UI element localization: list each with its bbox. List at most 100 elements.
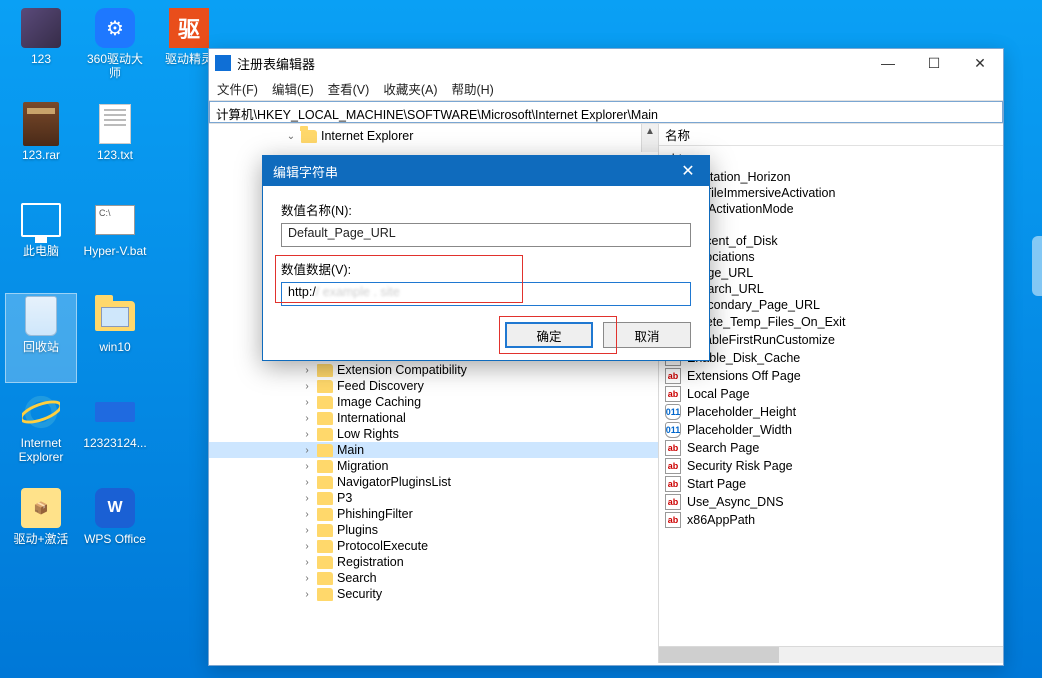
tree-node-internet-explorer[interactable]: ⌄ Internet Explorer (209, 128, 658, 144)
column-header-name[interactable]: 名称 (659, 124, 1003, 146)
desktop-icon-123rar[interactable]: 123.rar (6, 102, 76, 190)
menu-edit[interactable]: 编辑(E) (272, 79, 314, 98)
expand-icon[interactable]: › (301, 589, 313, 600)
ok-button[interactable]: 确定 (505, 322, 593, 348)
address-bar[interactable]: 计算机\HKEY_LOCAL_MACHINE\SOFTWARE\Microsof… (209, 101, 1003, 123)
value-row[interactable]: ault_Secondary_Page_URL (659, 297, 1003, 313)
value-row[interactable]: abEnable_Disk_Cache (659, 349, 1003, 367)
tree-node-protocolexecute[interactable]: ›ProtocolExecute (209, 538, 658, 554)
desktop-icon-label: 360驱动大师 (81, 52, 149, 81)
edge-ui-handle[interactable] (1032, 236, 1042, 296)
string-value-icon: ab (665, 440, 681, 456)
value-row[interactable]: licationTileImmersiveActivation (659, 185, 1003, 201)
value-row[interactable]: oHide (659, 217, 1003, 233)
desktop-icon-this-pc[interactable]: 此电脑 (6, 198, 76, 286)
gear-icon: ⚙ (95, 8, 135, 48)
value-row[interactable]: abSecurity Risk Page (659, 457, 1003, 475)
tree-node-p3[interactable]: ›P3 (209, 490, 658, 506)
menu-favorites[interactable]: 收藏夹(A) (383, 79, 437, 98)
desktop-icon-driver-activate[interactable]: 📦驱动+激活 (6, 486, 76, 574)
expand-icon[interactable]: › (301, 461, 313, 472)
expand-icon[interactable]: › (301, 573, 313, 584)
tree-node-navigatorpluginslist[interactable]: ›NavigatorPluginsList (209, 474, 658, 490)
expand-icon[interactable]: › (301, 509, 313, 520)
value-row[interactable]: he_Percent_of_Disk (659, 233, 1003, 249)
value-row[interactable]: ociationActivationMode (659, 201, 1003, 217)
value-row[interactable]: abExtensions Off Page (659, 367, 1003, 385)
expand-icon[interactable]: › (301, 365, 313, 376)
text-file-icon (99, 104, 131, 144)
tree-scrollbar[interactable]: ▲ (641, 124, 658, 152)
tree-node-registration[interactable]: ›Registration (209, 554, 658, 570)
tree-node-extension-compatibility[interactable]: ›Extension Compatibility (209, 362, 658, 378)
tree-node-main[interactable]: ›Main (209, 442, 658, 458)
tree-node-label: Internet Explorer (321, 129, 413, 143)
desktop-icon-12323124[interactable]: 12323124... (80, 390, 150, 478)
expand-icon[interactable]: › (301, 413, 313, 424)
value-row[interactable]: ault_Page_URL (659, 265, 1003, 281)
value-data-input[interactable]: http:// example . site (281, 282, 691, 306)
expand-icon[interactable]: › (301, 477, 313, 488)
value-row[interactable]: hor_Visitation_Horizon (659, 169, 1003, 185)
tree-node-low-rights[interactable]: ›Low Rights (209, 426, 658, 442)
value-row[interactable]: abUse_Async_DNS (659, 493, 1003, 511)
expand-icon[interactable]: › (301, 445, 313, 456)
value-row[interactable]: abStart Page (659, 475, 1003, 493)
tree-node-international[interactable]: ›International (209, 410, 658, 426)
value-row[interactable]: 011Placeholder_Height (659, 403, 1003, 421)
dialog-body: 数值名称(N): Default_Page_URL 数值数据(V): http:… (263, 186, 709, 360)
desktop-icon-wps[interactable]: WWPS Office (80, 486, 150, 574)
value-row[interactable]: 人) (659, 148, 1003, 169)
expand-icon[interactable]: › (301, 557, 313, 568)
desktop-icon-hyperv[interactable]: Hyper-V.bat (80, 198, 150, 286)
expand-icon[interactable]: › (301, 541, 313, 552)
desktop-icon-win10[interactable]: win10 (80, 294, 150, 382)
expand-icon[interactable]: › (301, 397, 313, 408)
tree-node-security[interactable]: ›Security (209, 586, 658, 602)
scroll-up-icon[interactable]: ▲ (642, 124, 658, 138)
desktop-icon-123[interactable]: 123 (6, 6, 76, 94)
value-row[interactable]: abLocal Page (659, 385, 1003, 403)
expand-icon[interactable]: › (301, 525, 313, 536)
value-row[interactable]: ault_Search_URL (659, 281, 1003, 297)
desktop-icon-ie[interactable]: Internet Explorer (6, 390, 76, 478)
value-row[interactable]: abDelete_Temp_Files_On_Exit (659, 313, 1003, 331)
menu-file[interactable]: 文件(F) (217, 79, 258, 98)
maximize-button[interactable]: ☐ (911, 49, 957, 77)
tree-node-plugins[interactable]: ›Plugins (209, 522, 658, 538)
horizontal-scrollbar[interactable] (659, 646, 1003, 663)
expand-icon[interactable]: › (301, 381, 313, 392)
desktop-icon-123txt[interactable]: 123.txt (80, 102, 150, 190)
minimize-button[interactable]: — (865, 49, 911, 77)
close-button[interactable]: ✕ (957, 49, 1003, 77)
values-list[interactable]: 人)hor_Visitation_HorizonlicationTileImme… (659, 146, 1003, 646)
tree-node-feed-discovery[interactable]: ›Feed Discovery (209, 378, 658, 394)
value-row[interactable]: 011DisableFirstRunCustomize (659, 331, 1003, 349)
scroll-thumb[interactable] (659, 647, 779, 663)
cancel-button[interactable]: 取消 (603, 322, 691, 348)
desktop-icon-360driver[interactable]: ⚙ 360驱动大师 (80, 6, 150, 94)
value-row[interactable]: 011Placeholder_Width (659, 421, 1003, 439)
value-name-field[interactable]: Default_Page_URL (281, 223, 691, 247)
titlebar[interactable]: 注册表编辑器 — ☐ ✕ (209, 49, 1003, 77)
value-row[interactable]: abx86AppPath (659, 511, 1003, 529)
menu-help[interactable]: 帮助(H) (451, 79, 493, 98)
dialog-close-button[interactable]: ✕ (667, 156, 709, 186)
tree-node-migration[interactable]: ›Migration (209, 458, 658, 474)
string-value-icon: ab (665, 494, 681, 510)
expand-icon[interactable]: › (301, 429, 313, 440)
folder-icon (301, 130, 317, 143)
folder-icon (317, 412, 333, 425)
dialog-titlebar[interactable]: 编辑字符串 ✕ (263, 156, 709, 186)
tree-node-phishingfilter[interactable]: › PhishingFilter (209, 506, 658, 522)
tree-node-label: PhishingFilter (337, 507, 413, 521)
value-row[interactable]: ck_Associations (659, 249, 1003, 265)
tree-node-image-caching[interactable]: ›Image Caching (209, 394, 658, 410)
desktop-icon-recycle-bin[interactable]: 回收站 (6, 294, 76, 382)
expand-icon[interactable]: › (301, 493, 313, 504)
tree-node-search[interactable]: ›Search (209, 570, 658, 586)
collapse-icon[interactable]: ⌄ (285, 131, 297, 142)
value-row[interactable]: abSearch Page (659, 439, 1003, 457)
menu-view[interactable]: 查看(V) (328, 79, 370, 98)
folder-icon (317, 556, 333, 569)
